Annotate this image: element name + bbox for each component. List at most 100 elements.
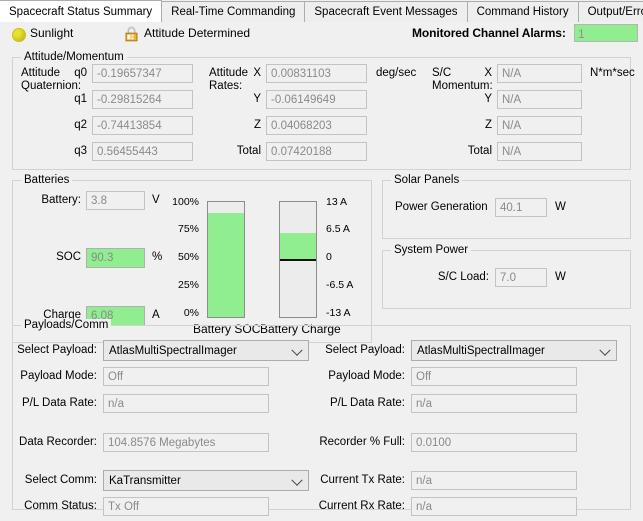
battery-voltage-field[interactable]: 3.8 bbox=[86, 191, 145, 210]
tab-spacecraft-event-messages[interactable]: Spacecraft Event Messages bbox=[304, 1, 467, 22]
sc-momentum-x-label: X bbox=[468, 67, 492, 79]
quaternion-q3-label: q3 bbox=[69, 145, 87, 157]
chevron-down-icon bbox=[599, 344, 610, 355]
quaternion-q0-label: q0 bbox=[69, 67, 87, 79]
attitude-rate-total-label: Total bbox=[225, 145, 261, 157]
attitude-momentum-group-label: Attitude/Momentum bbox=[21, 51, 127, 63]
monitored-channel-alarms-value: 1 bbox=[574, 24, 638, 42]
tab-command-history[interactable]: Command History bbox=[467, 1, 579, 22]
left-select-payload-combo[interactable]: AtlasMultiSpectralImager bbox=[103, 340, 309, 361]
select-comm-combo[interactable]: KaTransmitter bbox=[103, 470, 309, 491]
data-recorder-label: Data Recorder: bbox=[13, 436, 97, 448]
charge-tick-neg13: -13 A bbox=[326, 307, 366, 319]
status-summary-page: Sunlight Attitude Determined Monitored C… bbox=[0, 22, 643, 521]
power-generation-label: Power Generation bbox=[395, 201, 488, 213]
sc-momentum-total-label: Total bbox=[456, 145, 492, 157]
charge-tick-neg6p5: -6.5 A bbox=[326, 279, 366, 291]
comm-status-field[interactable]: Tx Off bbox=[103, 497, 269, 516]
sunlight-indicator-icon bbox=[12, 28, 26, 42]
right-payload-mode-label: Payload Mode: bbox=[321, 370, 405, 382]
right-pl-data-rate-label: P/L Data Rate: bbox=[321, 397, 405, 409]
current-tx-rate-field[interactable]: n/a bbox=[411, 471, 577, 490]
left-select-payload-label: Select Payload: bbox=[13, 344, 97, 356]
left-pl-data-rate-field[interactable]: n/a bbox=[103, 394, 269, 413]
attitude-determined-label: Attitude Determined bbox=[144, 26, 250, 40]
battery-soc-gauge-fill bbox=[208, 213, 244, 317]
quaternion-q0-field[interactable]: -0.19657347 bbox=[92, 64, 193, 83]
left-pl-data-rate-label: P/L Data Rate: bbox=[13, 397, 97, 409]
charge-tick-13: 13 A bbox=[326, 196, 366, 208]
tab-output-error[interactable]: Output/Error * bbox=[578, 1, 643, 22]
battery-charge-gauge-fill bbox=[280, 233, 316, 260]
system-power-group: System Power S/C Load: 7.0 W bbox=[382, 250, 631, 309]
quaternion-q3-field[interactable]: 0.56455443 bbox=[92, 142, 193, 161]
current-rx-rate-label: Current Rx Rate: bbox=[311, 500, 405, 512]
sc-momentum-z-field[interactable]: N/A bbox=[497, 116, 582, 135]
soc-tick-25: 25% bbox=[167, 279, 199, 291]
left-payload-mode-label: Payload Mode: bbox=[13, 370, 97, 382]
battery-voltage-label: Battery: bbox=[21, 194, 81, 206]
payloads-comm-group: Payloads/Comm Select Payload: AtlasMulti… bbox=[12, 325, 631, 510]
sc-momentum-label-line1: S/C bbox=[432, 67, 451, 79]
battery-soc-label: SOC bbox=[21, 251, 81, 263]
solar-panels-group: Solar Panels Power Generation 40.1 W bbox=[382, 180, 631, 239]
data-recorder-field[interactable]: 104.8576 Megabytes bbox=[103, 433, 269, 452]
sc-load-field[interactable]: 7.0 bbox=[495, 268, 547, 287]
sc-momentum-y-field[interactable]: N/A bbox=[497, 90, 582, 109]
chevron-down-icon bbox=[291, 474, 302, 485]
solar-panels-group-label: Solar Panels bbox=[391, 174, 462, 186]
sc-load-units: W bbox=[555, 271, 566, 283]
battery-soc-field[interactable]: 90.3 bbox=[86, 248, 145, 268]
power-generation-field[interactable]: 40.1 bbox=[495, 198, 547, 217]
right-select-payload-label: Select Payload: bbox=[321, 344, 405, 356]
sc-momentum-label-line2: Momentum: bbox=[432, 80, 493, 92]
battery-voltage-units: V bbox=[152, 194, 160, 206]
tab-real-time-commanding[interactable]: Real-Time Commanding bbox=[161, 1, 305, 22]
left-select-payload-value: AtlasMultiSpectralImager bbox=[109, 345, 237, 357]
monitored-channel-alarms-label: Monitored Channel Alarms: bbox=[412, 26, 566, 40]
charge-tick-0: 0 bbox=[326, 251, 366, 263]
attitude-rate-y-field[interactable]: -0.06149649 bbox=[266, 90, 367, 109]
select-comm-value: KaTransmitter bbox=[109, 475, 181, 487]
attitude-rate-y-label: Y bbox=[237, 93, 261, 105]
soc-tick-100: 100% bbox=[167, 196, 199, 208]
sc-momentum-units: N*m*sec bbox=[590, 67, 635, 79]
quaternion-q1-label: q1 bbox=[69, 93, 87, 105]
batteries-group-label: Batteries bbox=[21, 174, 72, 186]
recorder-pct-full-label: Recorder % Full: bbox=[311, 436, 405, 448]
chevron-down-icon bbox=[291, 344, 302, 355]
status-indicator-row: Sunlight Attitude Determined Monitored C… bbox=[0, 22, 643, 46]
sc-momentum-x-field[interactable]: N/A bbox=[497, 64, 582, 83]
attitude-quaternion-label-line2: Quaternion: bbox=[21, 80, 81, 92]
current-rx-rate-field[interactable]: n/a bbox=[411, 497, 577, 516]
recorder-pct-full-field[interactable]: 0.0100 bbox=[411, 433, 577, 452]
comm-status-label: Comm Status: bbox=[13, 500, 97, 512]
attitude-rate-x-field[interactable]: 0.00831103 bbox=[266, 64, 367, 83]
right-pl-data-rate-field[interactable]: n/a bbox=[411, 394, 577, 413]
attitude-rate-z-field[interactable]: 0.04068203 bbox=[266, 116, 367, 135]
attitude-rates-label-line2: Rates: bbox=[209, 80, 242, 92]
battery-charge-units: A bbox=[152, 309, 160, 321]
right-select-payload-value: AtlasMultiSpectralImager bbox=[417, 345, 545, 357]
attitude-quaternion-label-line1: Attitude bbox=[21, 67, 60, 79]
soc-tick-0: 0% bbox=[167, 307, 199, 319]
soc-tick-75: 75% bbox=[167, 223, 199, 235]
quaternion-q1-field[interactable]: -0.29815264 bbox=[92, 90, 193, 109]
battery-charge-gauge-zero-line bbox=[280, 259, 316, 261]
right-payload-mode-field[interactable]: Off bbox=[411, 367, 577, 386]
system-power-group-label: System Power bbox=[391, 244, 471, 256]
sc-momentum-total-field[interactable]: N/A bbox=[497, 142, 582, 161]
tab-spacecraft-status-summary[interactable]: Spacecraft Status Summary bbox=[0, 0, 162, 22]
battery-soc-gauge bbox=[207, 201, 245, 318]
attitude-rate-total-field[interactable]: 0.07420188 bbox=[266, 142, 367, 161]
left-payload-mode-field[interactable]: Off bbox=[103, 367, 269, 386]
quaternion-q2-label: q2 bbox=[69, 119, 87, 131]
battery-charge-gauge bbox=[279, 201, 317, 318]
current-tx-rate-label: Current Tx Rate: bbox=[311, 474, 405, 486]
charge-tick-6p5: 6.5 A bbox=[326, 223, 366, 235]
sc-momentum-z-label: Z bbox=[468, 119, 492, 131]
right-select-payload-combo[interactable]: AtlasMultiSpectralImager bbox=[411, 340, 617, 361]
sc-momentum-y-label: Y bbox=[468, 93, 492, 105]
quaternion-q2-field[interactable]: -0.74413854 bbox=[92, 116, 193, 135]
sc-load-label: S/C Load: bbox=[395, 271, 489, 283]
